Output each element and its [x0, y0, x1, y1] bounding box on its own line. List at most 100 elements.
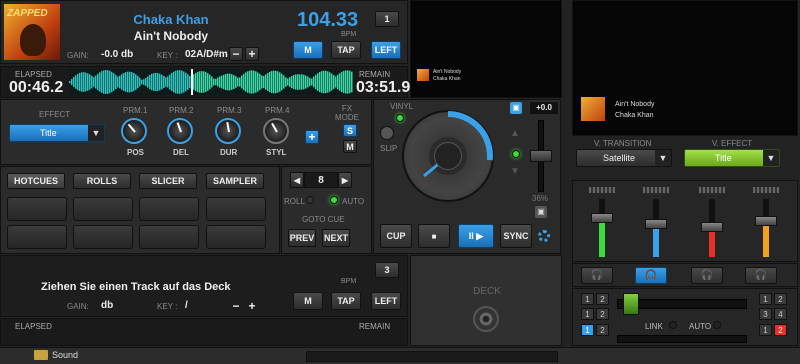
deck-select-left-2b[interactable]: 2	[596, 308, 609, 320]
pad-2[interactable]	[73, 197, 133, 221]
add-effect-button[interactable]: +	[305, 130, 319, 144]
headphone-icon[interactable]: 🎧	[691, 267, 723, 284]
channel-gain-1[interactable]	[589, 187, 615, 193]
browser-search-field[interactable]	[306, 351, 558, 362]
mixer-channel-2	[639, 185, 675, 259]
pitch-up-icon[interactable]: ▲	[510, 128, 520, 139]
fader-cap-2[interactable]	[645, 219, 667, 229]
jog-wheel[interactable]	[402, 110, 494, 202]
roll-led[interactable]	[306, 196, 314, 204]
fx-mode-s-button[interactable]: S	[343, 124, 357, 137]
crossfader-handle[interactable]	[623, 293, 639, 315]
deck1-left-button[interactable]: LEFT	[371, 41, 401, 59]
deck1-number-button[interactable]: 1	[375, 11, 399, 27]
effect-dropdown-value: Title	[40, 128, 57, 138]
next-cue-button[interactable]: NEXT	[322, 229, 350, 247]
deck2-key-plus-button[interactable]: +	[245, 299, 259, 313]
cup-button[interactable]: CUP	[380, 224, 412, 248]
sub-crossfader-track[interactable]	[617, 335, 747, 343]
pad-3[interactable]	[139, 197, 199, 221]
deck-select-left-1b[interactable]: 1	[581, 308, 594, 320]
channel-gain-4[interactable]	[753, 187, 779, 193]
chevron-down-icon: ▼	[88, 125, 104, 141]
deck-select-left-2c[interactable]: 2	[596, 324, 609, 336]
deck2-left-button[interactable]: LEFT	[371, 292, 401, 310]
deck2-m-button[interactable]: M	[293, 292, 323, 310]
tab-rolls[interactable]: ROLLS	[73, 173, 131, 189]
param1-knob[interactable]	[121, 118, 147, 144]
pitch-lock-icon[interactable]: ▣	[535, 206, 547, 218]
preview-panel: Ain't Nobody Chaka Khan	[410, 0, 562, 98]
volume-fader-4[interactable]	[763, 199, 769, 257]
pad-6[interactable]	[73, 225, 133, 249]
deck-select-right-1[interactable]: 1	[759, 293, 772, 305]
deck-select-left-1c[interactable]: 1	[581, 324, 594, 336]
slip-knob[interactable]	[380, 126, 394, 140]
folder-icon[interactable]	[34, 350, 48, 360]
fader-cap-3[interactable]	[701, 222, 723, 232]
link-led[interactable]	[669, 321, 677, 329]
chevron-down-icon: ▼	[655, 150, 671, 166]
headphone-icon[interactable]: 🎧	[745, 267, 777, 284]
pad-8[interactable]	[206, 225, 266, 249]
lock-icon[interactable]: ▣	[510, 102, 522, 114]
browser-label[interactable]: Sound	[52, 350, 78, 360]
deck-select-right-3[interactable]: 3	[759, 308, 772, 320]
deck2-key-value[interactable]: /	[185, 300, 188, 311]
v-transition-dropdown[interactable]: Satellite ▼	[576, 149, 672, 167]
gear-icon[interactable]	[538, 230, 550, 242]
deck1-key-plus-button[interactable]: +	[245, 47, 259, 61]
loop-length-value[interactable]: 8	[304, 172, 338, 188]
deck1-tap-button[interactable]: TAP	[331, 41, 361, 59]
deck-select-left-2[interactable]: 2	[596, 293, 609, 305]
headphone-icon[interactable]: 🎧	[581, 267, 613, 284]
pad-1[interactable]	[7, 197, 67, 221]
param3-knob[interactable]	[215, 118, 241, 144]
prev-cue-button[interactable]: PREV	[288, 229, 316, 247]
channel-gain-2[interactable]	[643, 187, 669, 193]
headphone-icon[interactable]: 🎧	[635, 267, 667, 284]
tab-sampler[interactable]: SAMPLER	[206, 173, 264, 189]
deck-select-right-1b[interactable]: 1	[759, 324, 772, 336]
pitch-slider-handle[interactable]	[530, 150, 552, 162]
stop-button[interactable]: ■	[418, 224, 450, 248]
param4-knob[interactable]	[263, 118, 289, 144]
play-pause-button[interactable]: II ▶	[458, 224, 494, 248]
effect-dropdown[interactable]: Title ▼	[9, 124, 105, 142]
deck1-gain-value[interactable]: -0.0 db	[101, 49, 133, 60]
deck-select-right-2[interactable]: 2	[774, 293, 787, 305]
deck1-key-minus-button[interactable]: −	[229, 47, 243, 61]
loop-next-button[interactable]: ▶	[338, 172, 352, 188]
deck-select-right-4[interactable]: 4	[774, 308, 787, 320]
pad-7[interactable]	[139, 225, 199, 249]
fader-cap-4[interactable]	[755, 216, 777, 226]
sync-button[interactable]: SYNC	[500, 224, 532, 248]
deck2-number-button[interactable]: 3	[375, 262, 399, 278]
tab-slicer[interactable]: SLICER	[139, 173, 197, 189]
deck2-gain-value[interactable]: db	[101, 300, 113, 311]
fader-cap-1[interactable]	[591, 213, 613, 223]
param2-knob[interactable]	[167, 118, 193, 144]
pad-4[interactable]	[206, 197, 266, 221]
deck2-drop-prompt: Ziehen Sie einen Track auf das Deck	[41, 281, 231, 293]
deck1-bpm[interactable]: 104.33	[297, 9, 358, 32]
fx-mode-m-button[interactable]: M	[343, 140, 357, 153]
volume-fader-1[interactable]	[599, 199, 605, 257]
auto-led[interactable]	[330, 196, 338, 204]
deck1-m-button[interactable]: M	[293, 41, 323, 59]
deck1-key-value[interactable]: 02A/D#m	[185, 49, 228, 60]
deck2-key-minus-button[interactable]: −	[229, 299, 243, 313]
deck2-key-label: KEY :	[157, 302, 178, 311]
tab-hotcues[interactable]: HOTCUES	[7, 173, 65, 189]
v-effect-dropdown[interactable]: Title ▼	[684, 149, 780, 167]
channel-gain-3[interactable]	[699, 187, 725, 193]
loop-prev-button[interactable]: ◀	[290, 172, 304, 188]
deck-select-left-1[interactable]: 1	[581, 293, 594, 305]
deck-select-right-2b[interactable]: 2	[774, 324, 787, 336]
deck1-waveform[interactable]	[69, 69, 353, 95]
mixer-channel-1	[585, 185, 621, 259]
pad-5[interactable]	[7, 225, 67, 249]
auto-led[interactable]	[713, 321, 721, 329]
deck2-tap-button[interactable]: TAP	[331, 292, 361, 310]
pitch-down-icon[interactable]: ▼	[510, 166, 520, 177]
